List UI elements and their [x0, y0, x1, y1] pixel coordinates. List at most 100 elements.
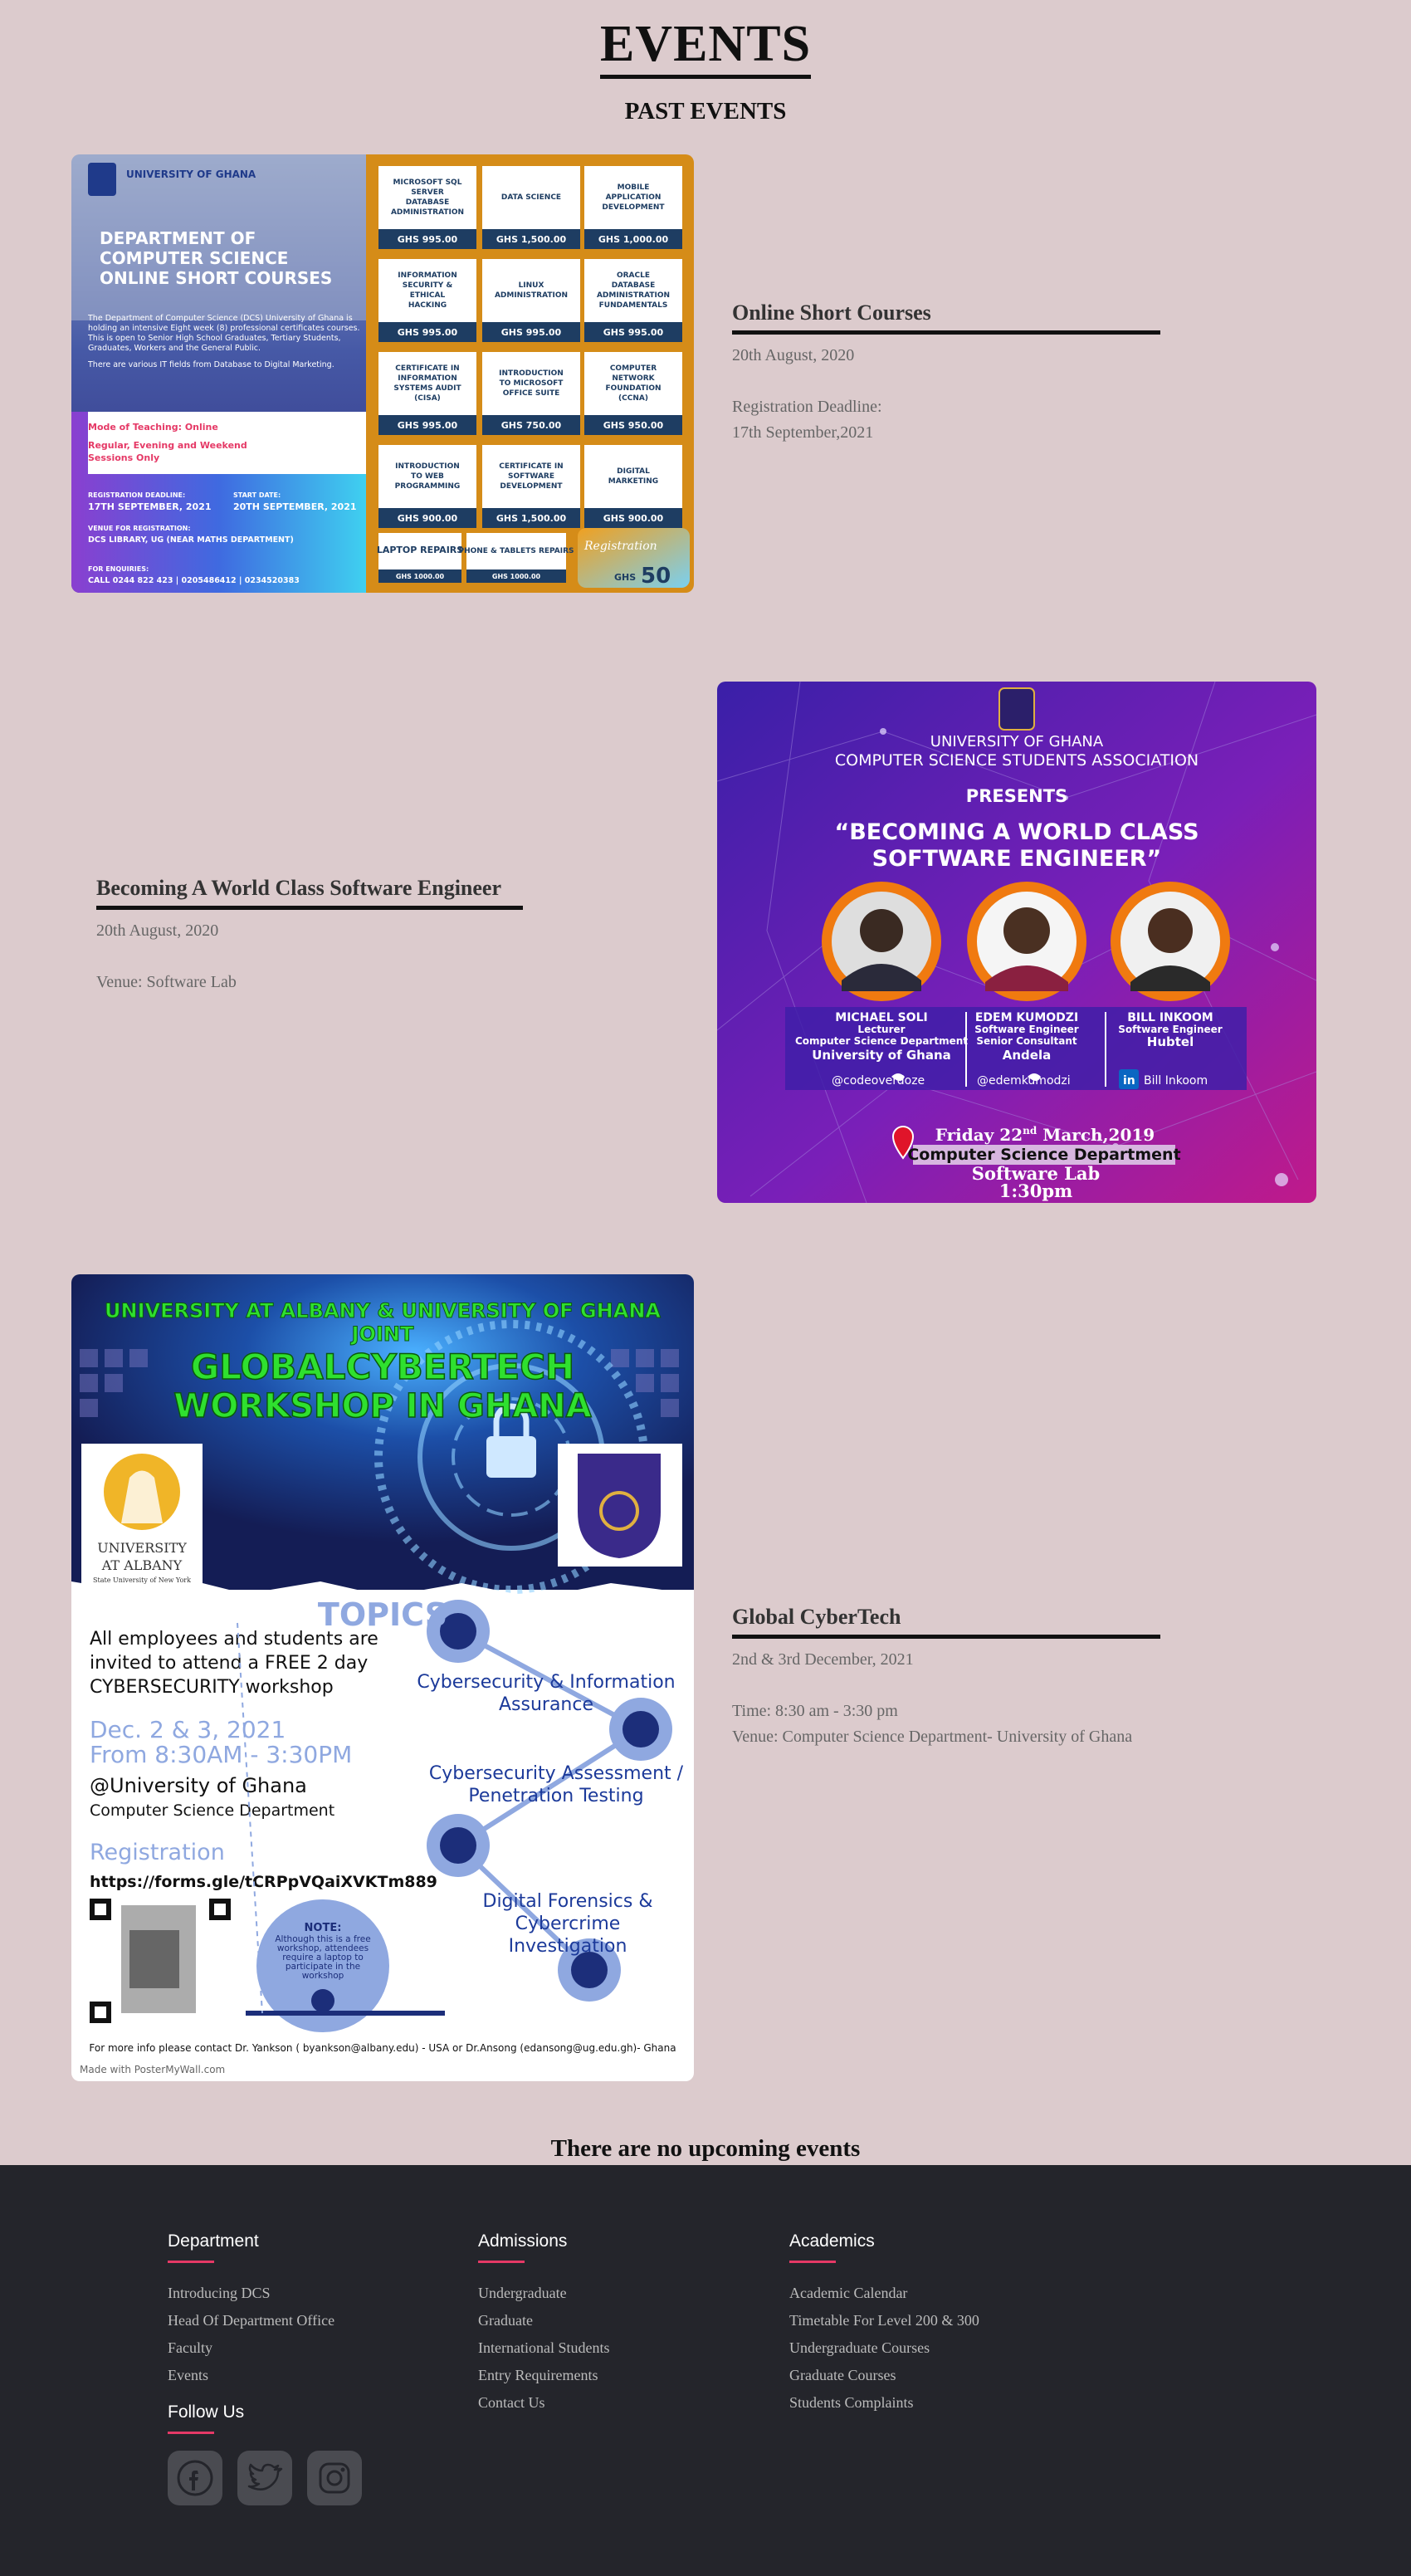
course-name: MARKETING — [608, 477, 658, 486]
course-name: PROGRAMMING — [395, 482, 461, 491]
global-cybertech-poster: UNIVERSITY AT ALBANY & UNIVERSITY OF GHA… — [71, 1274, 694, 2081]
course-price: GHS 900.00 — [603, 513, 664, 524]
speaker-handle: @codeoverdoze — [832, 1074, 925, 1088]
social-icons — [168, 2451, 362, 2505]
course-price: GHS 995.00 — [398, 327, 458, 338]
twitter-icon[interactable] — [237, 2451, 292, 2505]
course-name: DIGITAL — [617, 467, 650, 476]
footer-link-contact-us[interactable]: Contact Us — [478, 2389, 609, 2417]
footer-link-timetable[interactable]: Timetable For Level 200 & 300 — [789, 2307, 979, 2334]
poster1-body-2: There are various IT fields from Databas… — [88, 360, 334, 369]
course-name: ORACLE — [617, 271, 650, 280]
event-info-online-short-courses: Online Short Courses 20th August, 2020 R… — [732, 301, 1160, 446]
course-name: SECURITY & — [403, 281, 453, 290]
footer-link-faculty[interactable]: Faculty — [168, 2334, 362, 2362]
poster3-note-title: NOTE: — [305, 1922, 342, 1934]
poster1-phone: PHONE & TABLETS REPAIRS — [458, 547, 574, 555]
course-name: INTRODUCTION — [499, 369, 564, 378]
qr-code-icon — [90, 1899, 231, 2023]
event-detail-2: Venue: Computer Science Department- Univ… — [732, 1728, 1133, 1746]
page-title-wrap: EVENTS — [0, 17, 1411, 79]
topic-label: Cybercrime — [515, 1914, 621, 1934]
poster3-registration: Registration — [90, 1840, 225, 1865]
event-detail-1: Venue: Software Lab — [96, 973, 237, 991]
footer-link-graduate[interactable]: Graduate — [478, 2307, 609, 2334]
poster1-enquiries: CALL 0244 822 423 | 0205486412 | 0234520… — [88, 576, 300, 585]
poster3-contact: For more info please contact Dr. Yankson… — [89, 2042, 676, 2054]
course-price: GHS 995.00 — [398, 420, 458, 431]
poster2-venue-1: Computer Science Department — [907, 1146, 1180, 1164]
event-title: Global CyberTech — [732, 1605, 1160, 1639]
topic-label: Cybersecurity Assessment / — [429, 1763, 684, 1784]
university-crest-icon — [998, 687, 1035, 731]
speaker-line: Lecturer — [857, 1024, 905, 1035]
footer-link-entry-requirements[interactable]: Entry Requirements — [478, 2362, 609, 2389]
footer-link-undergraduate[interactable]: Undergraduate — [478, 2280, 609, 2307]
poster3-dept: Computer Science Department — [90, 1801, 334, 1820]
speaker-line: Andela — [1003, 1048, 1051, 1063]
course-name: ETHICAL — [410, 291, 446, 300]
footer-heading-follow-us: Follow Us — [168, 2402, 362, 2434]
course-price: GHS 995.00 — [398, 234, 458, 245]
world-class-engineer-poster: UNIVERSITY OF GHANA COMPUTER SCIENCE STU… — [717, 682, 1316, 1203]
course-name: HACKING — [408, 301, 447, 310]
page-title: EVENTS — [599, 17, 812, 79]
poster1-venue-label: VENUE FOR REGISTRATION: — [88, 525, 191, 532]
footer-admissions-column: Admissions Undergraduate Graduate Intern… — [478, 2231, 609, 2417]
poster3-intro: All employees and students are invited t… — [90, 1629, 378, 1698]
course-price: GHS 900.00 — [398, 513, 458, 524]
course-name: TO WEB — [411, 472, 444, 481]
speaker-line: Hubtel — [1147, 1034, 1194, 1049]
poster3-note: Although this is a free workshop, attend… — [275, 1935, 371, 1981]
footer-link-events[interactable]: Events — [168, 2362, 362, 2389]
poster3-dates-2: From 8:30AM - 3:30PM — [90, 1741, 352, 1768]
poster3-made-with: Made with PosterMyWall.com — [80, 2064, 225, 2075]
poster3-dates-1: Dec. 2 & 3, 2021 — [90, 1716, 286, 1743]
course-name: (CCNA) — [618, 394, 648, 403]
course-name: OFFICE SUITE — [503, 389, 560, 398]
course-name: DATABASE — [612, 281, 656, 290]
course-name: FUNDAMENTALS — [599, 301, 668, 310]
course-name: SYSTEMS AUDIT — [393, 384, 461, 393]
footer-link-undergraduate-courses[interactable]: Undergraduate Courses — [789, 2334, 979, 2362]
event-date: 20th August, 2020 — [732, 346, 855, 364]
speaker-line: University of Ghana — [812, 1048, 951, 1063]
speaker-line: Software Engineer — [1118, 1024, 1223, 1035]
course-name: SERVER — [411, 188, 444, 197]
poster2-heading-1: “BECOMING A WORLD CLASS — [834, 819, 1199, 845]
course-name: INFORMATION — [398, 271, 457, 280]
poster3-at: @University of Ghana — [90, 1774, 307, 1797]
course-name: ADMINISTRATION — [597, 291, 670, 300]
instagram-icon[interactable] — [307, 2451, 362, 2505]
padlock-icon — [486, 1436, 536, 1478]
speaker-photos — [822, 882, 1230, 1001]
poster3-albany-1: UNIVERSITY — [97, 1540, 187, 1556]
poster3-albany-2: AT ALBANY — [101, 1557, 183, 1573]
course-price: GHS 995.00 — [603, 327, 664, 338]
poster1-start-label: START DATE: — [233, 491, 281, 499]
course-name: DATABASE — [406, 198, 450, 207]
course-price: GHS 1,500.00 — [496, 513, 567, 524]
linkedin-glyph: in — [1123, 1074, 1135, 1088]
footer-link-graduate-courses[interactable]: Graduate Courses — [789, 2362, 979, 2389]
footer-link-students-complaints[interactable]: Students Complaints — [789, 2389, 979, 2417]
past-events-heading: PAST EVENTS — [624, 98, 787, 125]
event-info-world-class-engineer: Becoming A World Class Software Engineer… — [96, 876, 523, 995]
footer-link-academic-calendar[interactable]: Academic Calendar — [789, 2280, 979, 2307]
poster1-heading-3: ONLINE SHORT COURSES — [100, 268, 332, 288]
footer-link-international-students[interactable]: International Students — [478, 2334, 609, 2362]
footer-link-introducing-dcs[interactable]: Introducing DCS — [168, 2280, 362, 2307]
course-name: ADMINISTRATION — [495, 291, 568, 300]
poster1-body-1: The Department of Computer Science (DCS)… — [88, 314, 360, 353]
footer: Department Introducing DCS Head Of Depar… — [0, 2165, 1411, 2576]
facebook-icon[interactable] — [168, 2451, 222, 2505]
footer-link-head-of-department[interactable]: Head Of Department Office — [168, 2307, 362, 2334]
course-name: FOUNDATION — [605, 384, 661, 393]
poster1-heading-2: COMPUTER SCIENCE — [100, 248, 288, 268]
poster3-registration-link[interactable]: https://forms.gle/tCRPpVQaiXVKTm889 — [90, 1873, 437, 1891]
event-title: Becoming A World Class Software Engineer — [96, 876, 523, 910]
course-name: CERTIFICATE IN — [499, 462, 563, 471]
course-name: CERTIFICATE IN — [395, 364, 459, 373]
speaker-handle: Bill Inkoom — [1144, 1074, 1208, 1088]
poster1-registration-script: Registration — [583, 540, 657, 553]
